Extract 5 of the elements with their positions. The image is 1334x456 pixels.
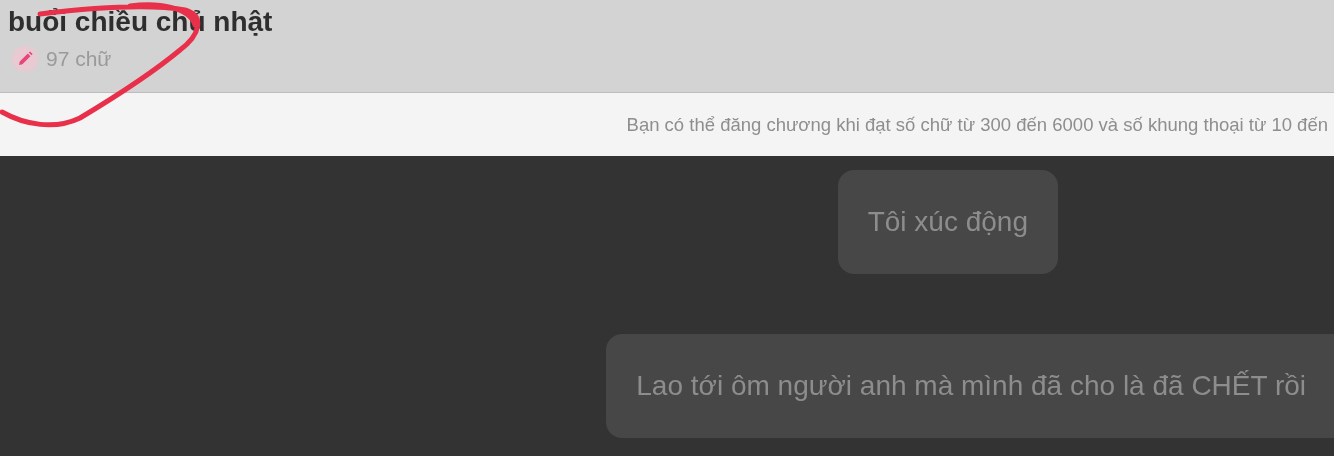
message-bubble: Tôi xúc động (837, 170, 1058, 274)
pencil-icon[interactable] (12, 46, 38, 72)
notice-text: Bạn có thể đăng chương khi đạt số chữ từ 300 đến 6000 và số khung thoại từ 10 đến (626, 113, 1328, 136)
message-bubble: Lao tới ôm người anh mà mình đã cho là đã CHẾT rồi (606, 334, 1334, 438)
word-count: 97 chữ (46, 47, 112, 71)
